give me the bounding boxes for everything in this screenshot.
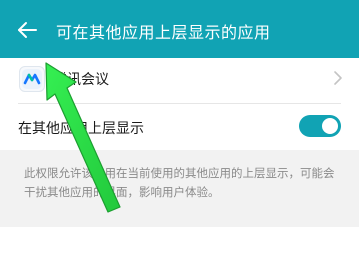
bottom-panel xyxy=(0,227,359,259)
tencent-meeting-icon xyxy=(19,66,45,92)
title-bar: 可在其他应用上层显示的应用 xyxy=(0,0,359,58)
page-title: 可在其他应用上层显示的应用 xyxy=(56,23,271,42)
overlay-permission-row: 在其他应用上层显示 xyxy=(0,104,359,150)
overlay-permission-switch[interactable] xyxy=(299,115,341,137)
app-row-tencent-meeting[interactable]: 腾讯会议 xyxy=(0,58,359,98)
back-arrow-icon xyxy=(18,22,37,38)
overlay-permission-label: 在其他应用上层显示 xyxy=(18,121,144,137)
chevron-right-icon xyxy=(334,71,342,85)
switch-knob xyxy=(322,118,338,134)
app-permission-screen: 可在其他应用上层显示的应用 腾讯会议 在其他应用上层显示 此权限允许该应用在当前… xyxy=(0,0,359,259)
permission-description: 此权限允许该应用在当前使用的其他应用的上层显示，可能会干扰其他应用的界面，影响用… xyxy=(24,166,335,199)
app-name: 腾讯会议 xyxy=(53,72,109,88)
back-button[interactable] xyxy=(14,17,40,43)
settings-card: 腾讯会议 在其他应用上层显示 xyxy=(0,58,359,150)
